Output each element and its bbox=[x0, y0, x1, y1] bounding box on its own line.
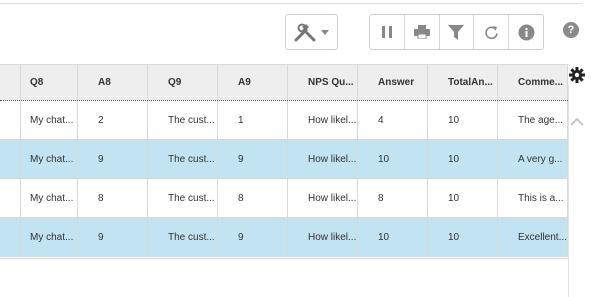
tools-menu-button[interactable] bbox=[285, 14, 338, 50]
table-cell: This is a... bbox=[498, 179, 568, 217]
refresh-button[interactable] bbox=[473, 15, 508, 49]
column-header-a8[interactable]: A8 bbox=[78, 65, 148, 100]
column-header-comments[interactable]: Comme... bbox=[498, 65, 568, 100]
table-cell: 8 bbox=[78, 179, 148, 217]
table-cell: How likel... bbox=[288, 140, 358, 178]
gear-icon[interactable] bbox=[569, 67, 585, 83]
table-row[interactable]: My chat... 9 The cust... 9 How likel... … bbox=[0, 140, 568, 179]
pause-button[interactable] bbox=[370, 15, 404, 49]
chevron-down-icon bbox=[321, 30, 329, 35]
table-cell: 9 bbox=[78, 218, 148, 256]
action-button-group bbox=[369, 14, 544, 50]
column-header-total-answers[interactable]: TotalAn... bbox=[428, 65, 498, 100]
table-cell: Excellent... bbox=[498, 218, 568, 256]
filter-icon bbox=[448, 24, 465, 40]
table-cell: My chat... bbox=[10, 179, 78, 217]
table-row[interactable]: My chat... 9 The cust... 9 How likel... … bbox=[0, 218, 568, 257]
hammer-wrench-icon bbox=[294, 23, 316, 42]
table-cell: 4 bbox=[358, 101, 428, 139]
column-header-a9[interactable]: A9 bbox=[218, 65, 288, 100]
table-cell: The cust... bbox=[148, 179, 218, 217]
info-icon bbox=[518, 24, 535, 40]
table-cell: 10 bbox=[428, 101, 498, 139]
table-cell: 2 bbox=[78, 101, 148, 139]
column-header-nps-question[interactable]: NPS Qu... bbox=[288, 65, 358, 100]
table-cell: 1 bbox=[218, 101, 288, 139]
column-header-q8[interactable]: Q8 bbox=[10, 65, 78, 100]
table-cell: My chat... bbox=[10, 140, 78, 178]
table-cell: The cust... bbox=[148, 140, 218, 178]
info-button[interactable] bbox=[508, 15, 543, 49]
table-cell: How likel... bbox=[288, 101, 358, 139]
table-cell: A very g... bbox=[498, 140, 568, 178]
table-cell: How likel... bbox=[288, 179, 358, 217]
table-row[interactable]: My chat... 8 The cust... 8 How likel... … bbox=[0, 179, 568, 218]
table-cell: The cust... bbox=[148, 101, 218, 139]
table-cell: 9 bbox=[218, 218, 288, 256]
table-cell: 10 bbox=[428, 218, 498, 256]
top-divider bbox=[0, 3, 583, 4]
table-cell: My chat... bbox=[10, 218, 78, 256]
table-row[interactable]: My chat... 2 The cust... 1 How likel... … bbox=[0, 101, 568, 140]
table-cell: 9 bbox=[78, 140, 148, 178]
table-cell: 10 bbox=[428, 140, 498, 178]
table-cell: My chat... bbox=[10, 101, 78, 139]
table-cell: 10 bbox=[358, 140, 428, 178]
column-header-answer[interactable]: Answer bbox=[358, 65, 428, 100]
refresh-icon bbox=[485, 25, 498, 39]
toolbar bbox=[0, 14, 591, 52]
print-button[interactable] bbox=[403, 15, 439, 49]
table-cell: 8 bbox=[218, 179, 288, 217]
print-icon bbox=[413, 25, 430, 39]
help-icon[interactable]: ? bbox=[563, 22, 579, 38]
column-header-q9[interactable]: Q9 bbox=[148, 65, 218, 100]
table-cell: How likel... bbox=[288, 218, 358, 256]
table-cell: 9 bbox=[218, 140, 288, 178]
table-cell: The age... bbox=[498, 101, 568, 139]
filter-button[interactable] bbox=[438, 15, 474, 49]
table-cell: 10 bbox=[428, 179, 498, 217]
pause-icon bbox=[381, 26, 392, 38]
table-cell: 8 bbox=[358, 179, 428, 217]
table-cell: The cust... bbox=[148, 218, 218, 256]
table-cell: 10 bbox=[358, 218, 428, 256]
chevron-up-icon[interactable] bbox=[569, 116, 585, 126]
grid-bottom-border bbox=[0, 258, 568, 259]
grid-header: Q8 A8 Q9 A9 NPS Qu... Answer TotalAn... … bbox=[0, 64, 568, 101]
